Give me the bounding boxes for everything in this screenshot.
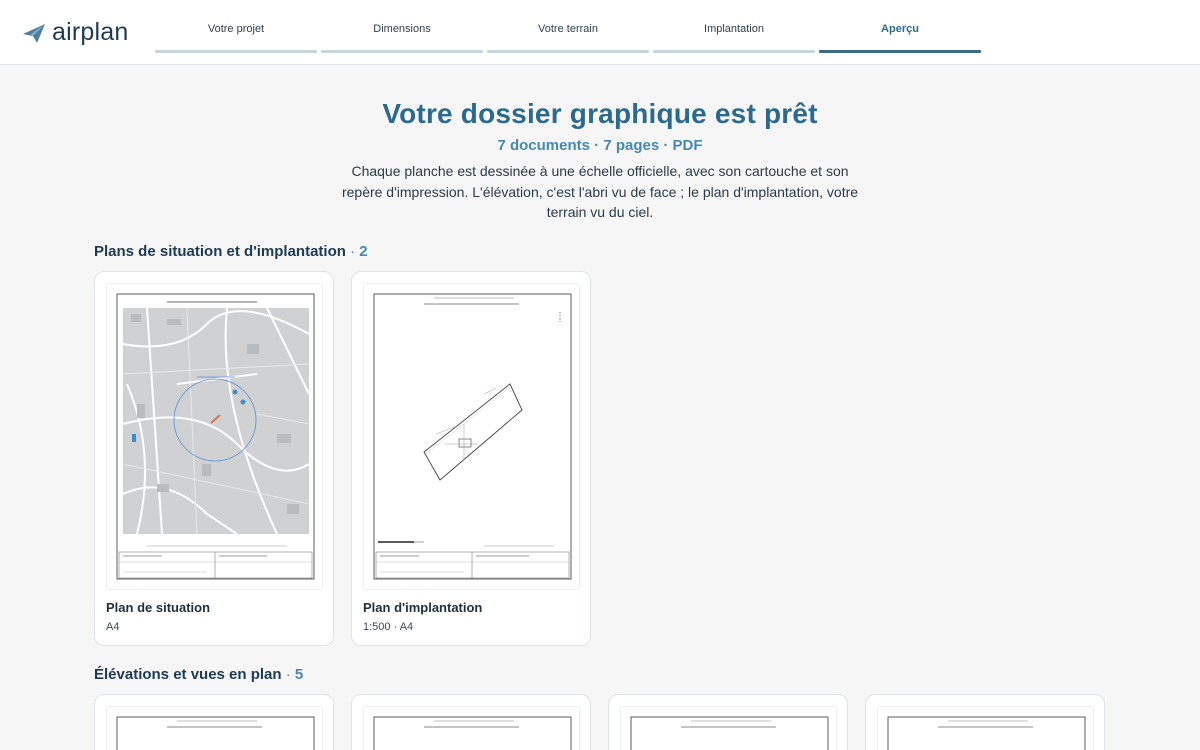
step-label: Votre terrain: [538, 23, 598, 35]
step-label: Implantation: [704, 23, 764, 35]
airplan-logo[interactable]: airplan: [22, 18, 128, 47]
document-card-plan-d-implantation[interactable]: Plan d'implantation 1:500 · A4: [351, 271, 591, 646]
document-thumbnail: [363, 283, 580, 590]
separator: ·: [350, 243, 356, 260]
document-summary: 7 documents · 7 pages · PDF: [497, 137, 703, 154]
section-title-text: Élévations et vues en plan: [94, 666, 282, 683]
document-format: 1:500 · A4: [363, 621, 414, 633]
separator: ·: [285, 666, 291, 683]
step-votre-terrain[interactable]: Votre terrain: [487, 0, 649, 55]
step-progress-bar: [653, 50, 815, 53]
document-thumbnail: [106, 706, 323, 750]
step-label: Aperçu: [881, 23, 919, 35]
section-count: 2: [359, 243, 368, 260]
document-format: A4: [106, 621, 120, 633]
brand-name: airplan: [52, 18, 129, 46]
step-progress-bar: [487, 50, 649, 53]
page-title: Votre dossier graphique est prêt: [382, 98, 818, 129]
plan-de-situation-preview: [107, 284, 322, 589]
document-card-elevation-4[interactable]: [865, 694, 1105, 750]
hero: Votre dossier graphique est prêt 7 docum…: [300, 98, 900, 223]
step-label: Votre projet: [207, 23, 265, 35]
document-thumbnail: [363, 706, 580, 750]
elevation-preview: [878, 707, 1093, 750]
elevation-preview: [107, 707, 322, 750]
step-apercu[interactable]: Aperçu: [819, 0, 981, 55]
step-label: Dimensions: [373, 23, 431, 35]
document-card-elevation-2[interactable]: [351, 694, 591, 750]
document-name: Plan de situation: [106, 600, 211, 615]
page-description: Chaque planche est dessinée à une échell…: [341, 163, 859, 220]
step-votre-projet[interactable]: Votre projet: [155, 0, 317, 55]
document-name: Plan d'implantation: [363, 600, 483, 615]
document-card-elevation-1[interactable]: [94, 694, 334, 750]
section-count: 5: [294, 666, 304, 683]
document-card-elevation-3[interactable]: [608, 694, 848, 750]
step-progress-bar: [155, 50, 317, 53]
document-thumbnail: [620, 706, 837, 750]
elevation-preview: [621, 707, 836, 750]
section-title-text: Plans de situation et d'implantation: [94, 243, 346, 260]
plan-d-implantation-preview: [364, 284, 579, 589]
step-progress-bar: [819, 50, 981, 53]
document-thumbnail: [106, 283, 323, 590]
paper-plane-icon: [23, 23, 45, 43]
document-card-plan-de-situation[interactable]: Plan de situation A4: [94, 271, 334, 646]
step-dimensions[interactable]: Dimensions: [321, 0, 483, 55]
section-title-plans: Plans de situation et d'implantation · 2: [94, 243, 368, 260]
document-thumbnail: [877, 706, 1094, 750]
step-progress-bar: [321, 50, 483, 53]
section-title-elevations: Élévations et vues en plan · 5: [94, 666, 303, 683]
top-bar: airplan Votre projet Dimensions Votre te…: [0, 0, 1200, 65]
step-implantation[interactable]: Implantation: [653, 0, 815, 55]
elevation-preview: [364, 707, 579, 750]
progress-steps: Votre projet Dimensions Votre terrain Im…: [155, 0, 981, 55]
